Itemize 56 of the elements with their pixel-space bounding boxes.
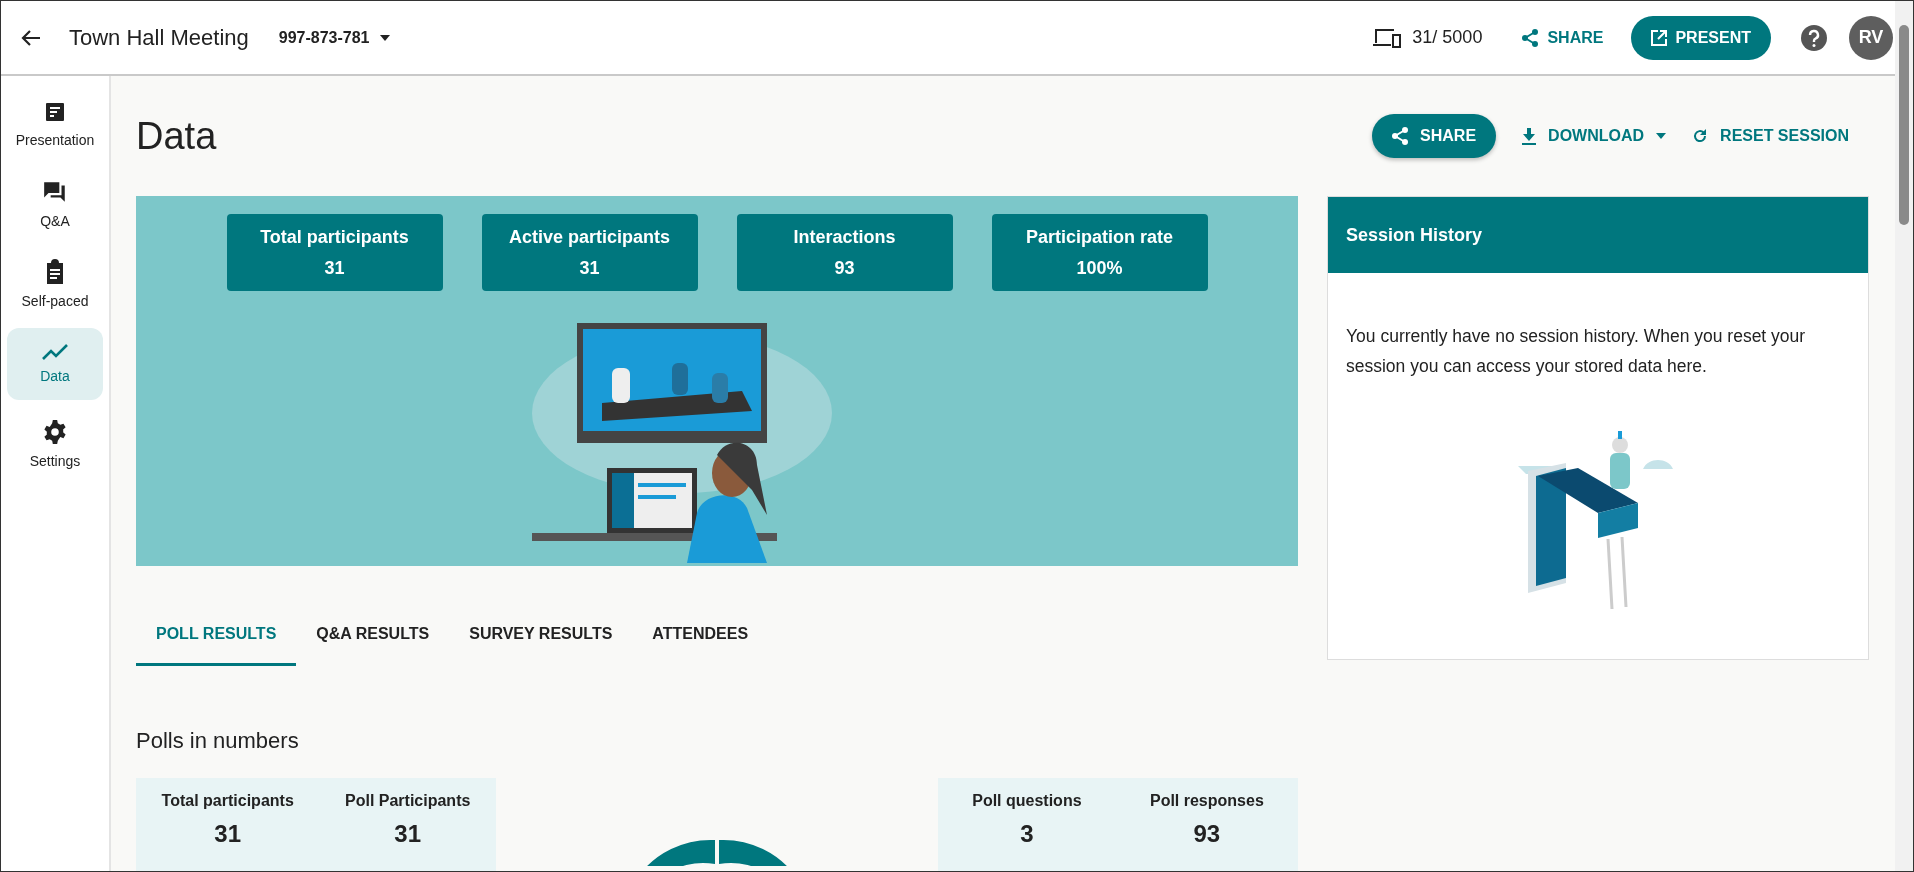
stat-value: 31 (324, 257, 345, 279)
caret-icon (1656, 133, 1667, 139)
meeting-id: 997-873-781 (278, 28, 370, 47)
stat-label: Total participants (260, 226, 409, 248)
external-link-icon (1651, 29, 1668, 46)
share-button[interactable]: SHARE (1372, 114, 1497, 158)
help-icon[interactable] (1801, 24, 1827, 51)
reset-button[interactable]: RESET SESSION (1692, 127, 1849, 145)
sidebar-item[interactable]: Data (7, 328, 103, 400)
stat-value: 3 (1020, 820, 1034, 848)
stat-label: Participation rate (1025, 226, 1173, 248)
download-button[interactable]: DOWNLOAD (1522, 127, 1667, 145)
stat-label: Poll responses (1149, 792, 1264, 810)
participant-count: 31/ 5000 (1412, 27, 1483, 48)
sidebar-label: Presentation (15, 132, 95, 148)
sidebar-item[interactable]: Self-paced (7, 248, 103, 320)
stat-value: 31 (394, 820, 422, 848)
sidebar-item[interactable]: Q&A (7, 168, 103, 240)
stat-label: Poll questions (972, 792, 1082, 810)
sidebar-label: Q&A (40, 213, 70, 229)
stat-value: 93 (834, 257, 855, 279)
sidebar-label: Settings (29, 453, 81, 469)
stat-value: 31 (579, 257, 600, 279)
share-icon (1392, 127, 1409, 145)
present-button[interactable]: PRESENT (1631, 15, 1771, 60)
scrollbar[interactable] (1895, 1, 1913, 871)
page-title: Data (136, 114, 217, 158)
refresh-icon (1692, 128, 1709, 144)
sidebar-item[interactable]: Settings (7, 408, 103, 480)
empty-message: You currently have no session history. When you reset your session you can access your stored data here. (1346, 325, 1807, 378)
trend-line-icon (42, 344, 68, 360)
stat-value: 100% (1076, 257, 1123, 279)
results-tab[interactable]: ATTENDEES (632, 604, 769, 666)
share-link[interactable]: SHARE (1522, 28, 1604, 47)
stat-label: Total participants (161, 792, 294, 810)
stat-label: Active participants (508, 226, 671, 248)
download-icon (1522, 127, 1537, 145)
user-avatar[interactable]: RV (1849, 15, 1893, 60)
results-tab[interactable]: Q&A RESULTS (296, 604, 450, 666)
stat-label: Interactions (793, 226, 896, 248)
document-icon (43, 100, 67, 124)
meeting-title: Town Hall Meeting (69, 24, 249, 51)
devices-icon (1372, 26, 1403, 49)
sidebar-label: Self-paced (21, 293, 89, 309)
share-icon (1522, 28, 1539, 47)
stat-label: Poll Participants (345, 792, 471, 810)
stat-value: 31 (214, 820, 242, 848)
card-title: Session History (1346, 224, 1483, 246)
settings-icon (42, 419, 68, 445)
results-tab[interactable]: POLL RESULTS (136, 604, 297, 666)
sidebar-item[interactable]: Presentation (7, 88, 103, 160)
stat-value: 93 (1193, 820, 1221, 848)
caret-icon[interactable] (379, 34, 390, 41)
section-title: Polls in numbers (136, 728, 300, 754)
sidebar-label: Data (40, 368, 70, 384)
results-tab[interactable]: SURVEY RESULTS (449, 604, 633, 666)
